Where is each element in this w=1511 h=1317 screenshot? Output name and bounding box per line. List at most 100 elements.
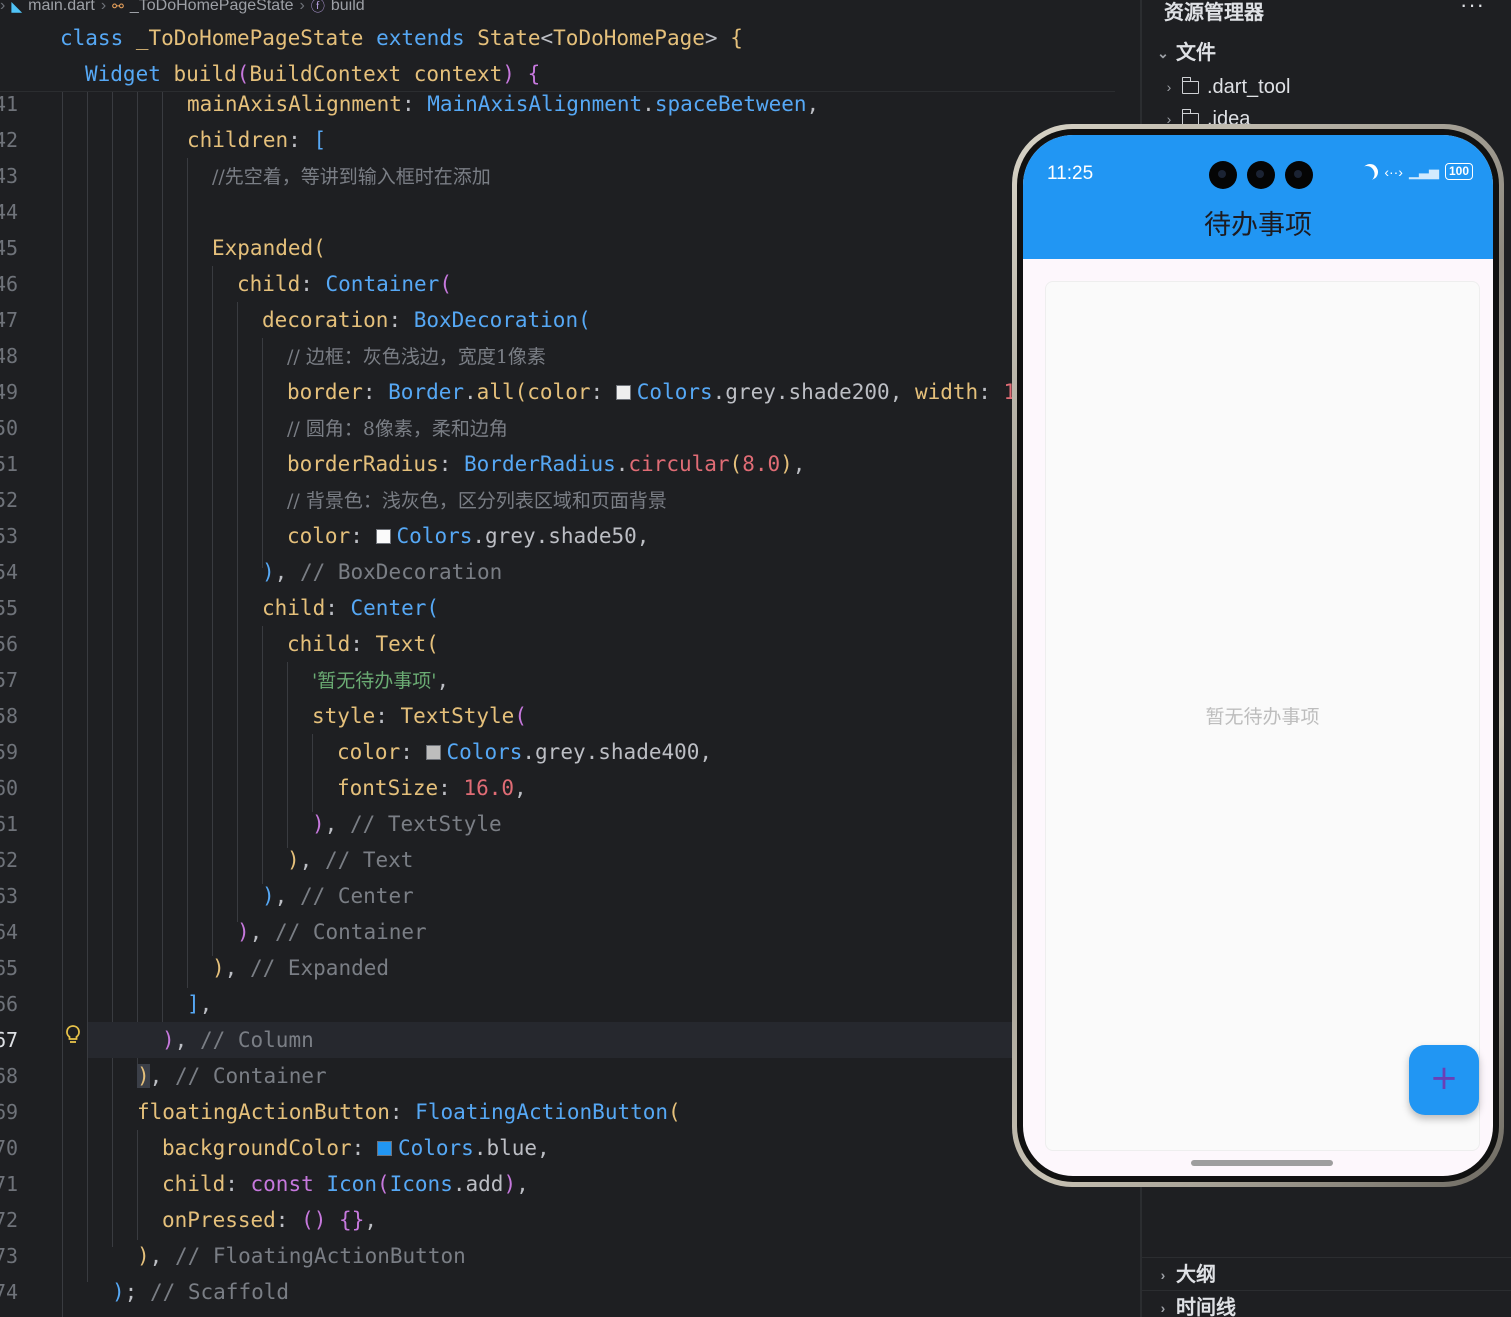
breadcrumb-method[interactable]: build — [331, 0, 365, 15]
type-name: ToDoHomePage — [553, 26, 705, 50]
code-line-49[interactable]: border: Border.all(color: Colors.grey.sh… — [287, 374, 1016, 410]
code-line-58[interactable]: style: TextStyle( — [312, 698, 527, 734]
explorer-title: 资源管理器 — [1164, 2, 1264, 24]
code-line-52[interactable]: // 背景色：浅灰色，区分列表区域和页面背景 — [287, 482, 667, 518]
line-number: 70 — [0, 1136, 19, 1160]
color-swatch[interactable] — [615, 385, 631, 400]
breadcrumb: › ◣ main.dart › ⚯ _ToDoHomePageState › ⓕ… — [0, 0, 365, 18]
code-line-55[interactable]: child: Center( — [262, 590, 439, 626]
code-line-74[interactable]: ); // Scaffold — [112, 1274, 289, 1310]
chevron-right-icon: › — [299, 0, 305, 14]
line-number-active: 67 — [0, 1028, 19, 1052]
chevron-right-icon: › — [0, 0, 6, 14]
code-line-71[interactable]: child: const Icon(Icons.add), — [162, 1166, 529, 1202]
line-number: 55 — [0, 596, 19, 620]
code-line-48[interactable]: // 边框：灰色浅边，宽度1像素 — [287, 338, 546, 374]
section-timeline[interactable]: › 时间线 — [1156, 1293, 1236, 1317]
section-outline[interactable]: › 大纲 — [1156, 1260, 1216, 1290]
code-line-53[interactable]: color: Colors.grey.shade50, — [287, 518, 649, 554]
line-number: 59 — [0, 740, 19, 764]
battery-icon: 100 — [1444, 163, 1473, 180]
color-swatch[interactable] — [376, 1141, 392, 1156]
code-line-42[interactable]: children: [ — [187, 122, 326, 158]
line-number: 56 — [0, 632, 19, 656]
app-bar: 11:25 ‹··› ▁▃▅ 100 待办事项 — [1023, 135, 1493, 259]
code-line-67[interactable]: ), // Column — [162, 1022, 314, 1058]
phone-screen[interactable]: 11:25 ‹··› ▁▃▅ 100 待办事项 暂无待办事项 + — [1023, 135, 1493, 1176]
code-line-70[interactable]: backgroundColor: Colors.blue, — [162, 1130, 550, 1166]
sticky-line-build[interactable]: Widget build(BuildContext context) { — [85, 56, 540, 92]
code-line-45[interactable]: Expanded( — [212, 230, 326, 266]
color-swatch[interactable] — [425, 745, 441, 760]
breadcrumb-file[interactable]: main.dart — [28, 0, 95, 15]
section-files[interactable]: ⌄ 文件 — [1156, 38, 1216, 68]
line-number: 69 — [0, 1100, 19, 1124]
code-line-47[interactable]: decoration: BoxDecoration( — [262, 302, 591, 338]
brace: { — [730, 26, 743, 50]
link-icon: ‹··› — [1384, 163, 1403, 180]
class-name: _ToDoHomePageState — [135, 26, 364, 50]
keyword: extends — [376, 26, 465, 50]
code-line-43[interactable]: //先空着，等讲到输入框时在添加 — [212, 158, 491, 194]
dart-file-icon: ◣ — [11, 0, 23, 14]
app-title: 待办事项 — [1204, 210, 1312, 241]
code-line-51[interactable]: borderRadius: BorderRadius.circular(8.0)… — [287, 446, 805, 482]
code-line-57[interactable]: '暂无待办事项', — [312, 662, 449, 698]
code-line-69[interactable]: floatingActionButton: FloatingActionButt… — [137, 1094, 681, 1130]
code-line-60[interactable]: fontSize: 16.0, — [337, 770, 527, 806]
folder-icon — [1181, 76, 1199, 94]
code-editor[interactable]: › ◣ main.dart › ⚯ _ToDoHomePageState › ⓕ… — [0, 0, 1140, 1317]
sticky-scroll-header[interactable]: class _ToDoHomePageState extends State<T… — [0, 20, 1115, 92]
more-actions-icon[interactable]: ··· — [1460, 0, 1485, 18]
camera-icon — [1285, 161, 1313, 189]
color-swatch[interactable] — [375, 529, 391, 544]
code-line-50[interactable]: // 圆角：8像素，柔和边角 — [287, 410, 508, 446]
status-time: 11:25 — [1047, 163, 1094, 184]
line-number: 68 — [0, 1064, 19, 1088]
line-number: 65 — [0, 956, 19, 980]
code-line-63[interactable]: ), // Center — [262, 878, 414, 914]
phone-emulator: 11:25 ‹··› ▁▃▅ 100 待办事项 暂无待办事项 + — [1012, 124, 1504, 1187]
code-line-56[interactable]: child: Text( — [287, 626, 439, 662]
line-number: 45 — [0, 236, 19, 260]
sticky-line-class[interactable]: class _ToDoHomePageState extends State<T… — [60, 20, 743, 56]
breadcrumb-class[interactable]: _ToDoHomePageState — [130, 0, 294, 15]
keyword: class — [60, 26, 124, 50]
line-number: 50 — [0, 416, 19, 440]
code-line-62[interactable]: ), // Text — [287, 842, 413, 878]
tree-item-dart-tool[interactable]: › .dart_tool — [1162, 72, 1291, 102]
line-number: 63 — [0, 884, 19, 908]
home-indicator[interactable] — [1191, 1160, 1333, 1166]
code-line-73[interactable]: ), // FloatingActionButton — [137, 1238, 466, 1274]
moon-icon — [1359, 161, 1381, 183]
code-line-68[interactable]: ), // Container — [137, 1058, 327, 1094]
signal-icon: ▁▃▅ — [1408, 163, 1439, 179]
code-line-46[interactable]: child: Container( — [237, 266, 452, 302]
line-number: 46 — [0, 272, 19, 296]
camera-icon — [1247, 161, 1275, 189]
brace: { — [527, 62, 541, 86]
line-number: 61 — [0, 812, 19, 836]
chevron-down-icon: ⌄ — [1157, 45, 1169, 61]
line-number: 72 — [0, 1208, 19, 1232]
method-name: build — [173, 62, 237, 86]
line-number: 58 — [0, 704, 19, 728]
line-number: 48 — [0, 344, 19, 368]
line-number: 64 — [0, 920, 19, 944]
chevron-right-icon: › — [1166, 79, 1172, 95]
code-line-64[interactable]: ), // Container — [237, 914, 427, 950]
add-todo-fab[interactable]: + — [1409, 1045, 1479, 1115]
code-line-65[interactable]: ), // Expanded — [212, 950, 389, 986]
code-line-72[interactable]: onPressed: () {}, — [162, 1202, 377, 1238]
code-line-54[interactable]: ), // BoxDecoration — [262, 554, 502, 590]
code-line-61[interactable]: ), // TextStyle — [312, 806, 502, 842]
code-line-59[interactable]: color: Colors.grey.shade400, — [337, 734, 712, 770]
line-number: 49 — [0, 380, 19, 404]
line-number: 73 — [0, 1244, 19, 1268]
chevron-right-icon: › — [1160, 1267, 1166, 1283]
line-number: 66 — [0, 992, 19, 1016]
camera-icon — [1209, 161, 1237, 189]
lightbulb-icon[interactable] — [64, 1024, 82, 1046]
line-number: 51 — [0, 452, 19, 476]
code-line-66[interactable]: ], — [187, 986, 212, 1022]
